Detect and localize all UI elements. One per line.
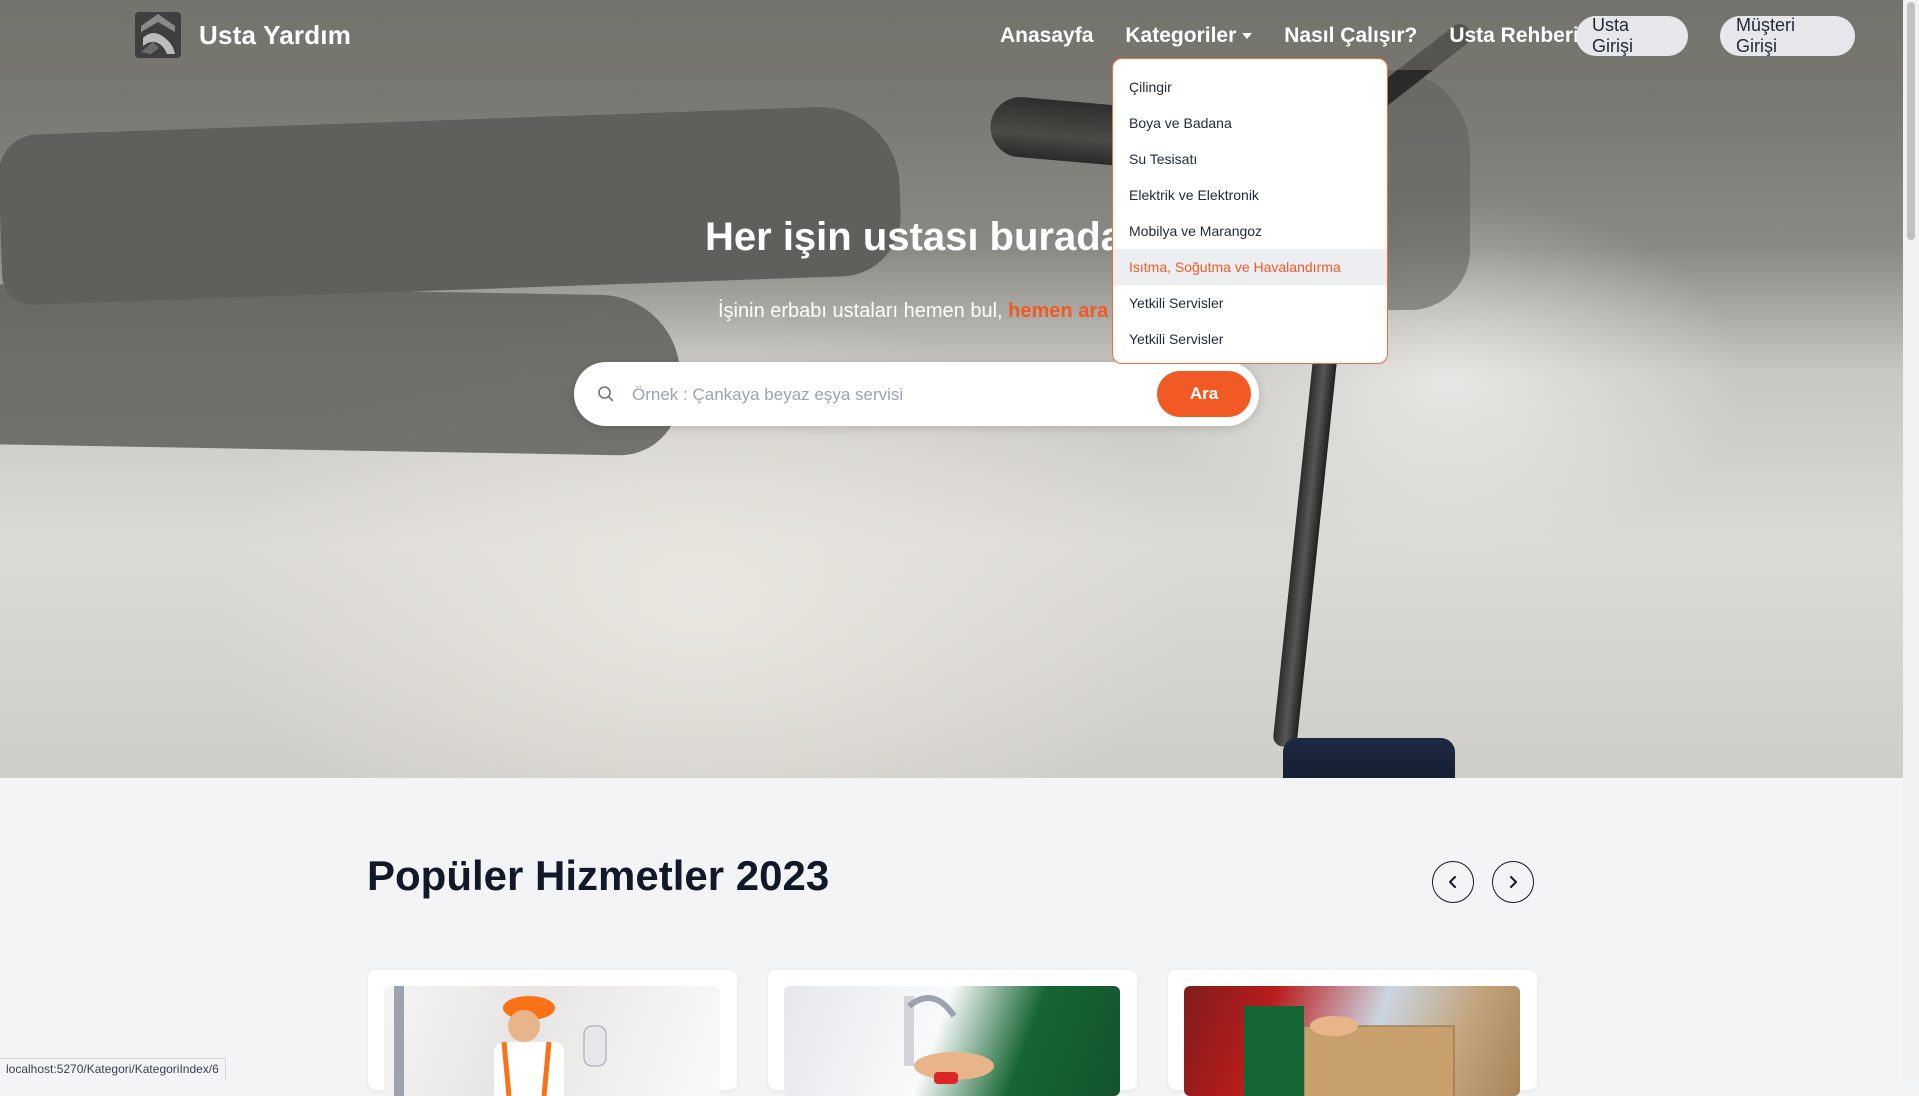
- nav-categories[interactable]: Kategoriler: [1125, 24, 1253, 48]
- service-image-mover: [1184, 986, 1520, 1096]
- nav-guide[interactable]: Usta Rehberi: [1449, 24, 1579, 48]
- section-title: Popüler Hizmetler 2023: [367, 852, 830, 899]
- nav-categories-label: Kategoriler: [1125, 24, 1237, 47]
- search-input[interactable]: [630, 372, 1134, 418]
- logo-icon: [135, 12, 181, 58]
- usta-login-button[interactable]: Usta Girişi: [1576, 15, 1688, 56]
- categories-dropdown: Çilingir Boya ve Badana Su Tesisatı Elek…: [1112, 58, 1388, 364]
- painter-illustration: [394, 986, 607, 1096]
- status-url: localhost:5270/Kategori/KategoriIndex/6: [0, 1058, 226, 1080]
- dropdown-item-yetkili-servisler-2[interactable]: Yetkili Servisler: [1113, 321, 1387, 357]
- service-image-painter: [384, 986, 720, 1096]
- dropdown-item-isitma[interactable]: Isıtma, Soğutma ve Havalandırma: [1113, 249, 1387, 285]
- chevron-right-icon: [1510, 876, 1517, 888]
- paint-stroke: [0, 104, 903, 306]
- service-card[interactable]: [768, 970, 1137, 1096]
- search-icon: [598, 386, 614, 402]
- dropdown-item-yetkili-servisler[interactable]: Yetkili Servisler: [1113, 285, 1387, 321]
- search-box: Ara: [574, 362, 1259, 426]
- dropdown-item-mobilya[interactable]: Mobilya ve Marangoz: [1113, 213, 1387, 249]
- mover-illustration: [1244, 1006, 1455, 1096]
- hero-title: Her işin ustası burada: [705, 215, 1123, 259]
- customer-login-button[interactable]: Müşteri Girişi: [1720, 15, 1855, 56]
- service-card[interactable]: [368, 970, 737, 1096]
- service-card[interactable]: [1168, 970, 1537, 1096]
- service-image-plumber: [784, 986, 1120, 1096]
- hero-subtitle-accent: hemen ara: [1008, 300, 1109, 322]
- carousel-next-button[interactable]: [1492, 861, 1534, 903]
- dropdown-item-cilingir[interactable]: Çilingir: [1113, 69, 1387, 105]
- plumber-illustration: [904, 995, 994, 1084]
- brand[interactable]: Usta Yardım: [131, 8, 351, 62]
- chevron-down-icon: [1242, 33, 1253, 39]
- carousel-prev-button[interactable]: [1432, 861, 1474, 903]
- scrollbar-thumb[interactable]: [1907, 2, 1915, 240]
- navbar: Usta Yardım Anasayfa Kategoriler Nasıl Ç…: [0, 0, 1903, 70]
- nav-home[interactable]: Anasayfa: [1000, 24, 1093, 48]
- paint-bucket: [1283, 738, 1455, 778]
- dropdown-item-su-tesisati[interactable]: Su Tesisatı: [1113, 141, 1387, 177]
- search-button[interactable]: Ara: [1157, 371, 1251, 417]
- dropdown-item-boya[interactable]: Boya ve Badana: [1113, 105, 1387, 141]
- paint-stroke: [0, 283, 682, 457]
- chevron-left-icon: [1449, 876, 1456, 888]
- brand-name: Usta Yardım: [199, 19, 352, 50]
- scrollbar[interactable]: [1903, 0, 1919, 1079]
- nav-how-it-works[interactable]: Nasıl Çalışır?: [1284, 24, 1417, 48]
- hero-subtitle: İşinin erbabı ustaları hemen bul, hemen …: [718, 300, 1108, 323]
- hero-subtitle-text: İşinin erbabı ustaları hemen bul,: [718, 300, 1003, 322]
- dropdown-item-elektrik[interactable]: Elektrik ve Elektronik: [1113, 177, 1387, 213]
